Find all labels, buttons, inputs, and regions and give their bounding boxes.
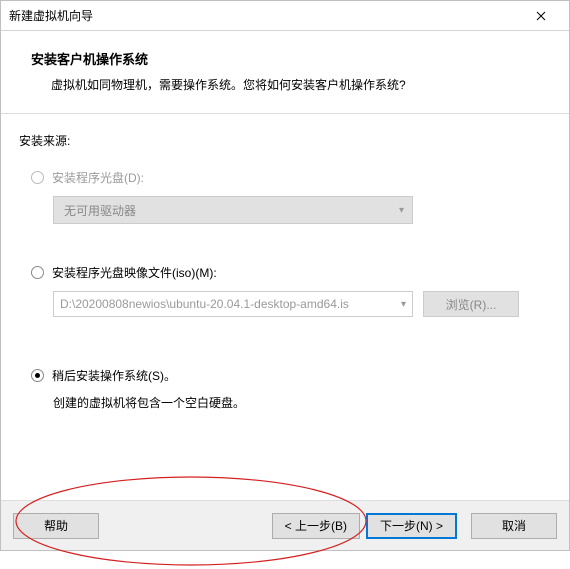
back-button-label: < 上一步(B) xyxy=(285,517,347,534)
chevron-down-icon: ▾ xyxy=(399,205,404,216)
close-button[interactable] xyxy=(521,2,561,30)
wizard-window: 新建虚拟机向导 安装客户机操作系统 虚拟机如同物理机，需要操作系统。您将如何安装… xyxy=(0,0,570,551)
content-area: 安装客户机操作系统 虚拟机如同物理机，需要操作系统。您将如何安装客户机操作系统?… xyxy=(1,31,569,550)
cancel-button[interactable]: 取消 xyxy=(471,513,557,539)
option-disc: 安装程序光盘(D): 无可用驱动器 ▾ xyxy=(19,169,551,224)
radio-disc-label: 安装程序光盘(D): xyxy=(52,169,144,186)
window-title: 新建虚拟机向导 xyxy=(9,7,93,24)
drive-combo-value: 无可用驱动器 xyxy=(64,202,136,219)
back-button[interactable]: < 上一步(B) xyxy=(272,513,360,539)
source-label: 安装来源: xyxy=(19,132,551,149)
page-subtitle: 虚拟机如同物理机，需要操作系统。您将如何安装客户机操作系统? xyxy=(31,76,539,93)
chevron-down-icon: ▾ xyxy=(397,299,406,310)
help-button[interactable]: 帮助 xyxy=(13,513,99,539)
footer: 帮助 < 上一步(B) 下一步(N) > 取消 xyxy=(1,500,569,550)
radio-iso-label: 安装程序光盘映像文件(iso)(M): xyxy=(52,264,217,281)
cancel-button-label: 取消 xyxy=(502,517,526,534)
browse-button-label: 浏览(R)... xyxy=(446,296,497,313)
iso-path-input[interactable]: D:\20200808newios\ubuntu-20.04.1-desktop… xyxy=(53,291,413,317)
iso-path-value: D:\20200808newios\ubuntu-20.04.1-desktop… xyxy=(60,297,349,311)
radio-disc[interactable] xyxy=(31,171,44,184)
radio-iso[interactable] xyxy=(31,266,44,279)
page-title: 安装客户机操作系统 xyxy=(31,49,539,68)
next-button[interactable]: 下一步(N) > xyxy=(366,513,457,539)
titlebar: 新建虚拟机向导 xyxy=(1,1,569,31)
help-button-label: 帮助 xyxy=(44,517,68,534)
radio-later[interactable] xyxy=(31,369,44,382)
browse-button[interactable]: 浏览(R)... xyxy=(423,291,519,317)
header-area: 安装客户机操作系统 虚拟机如同物理机，需要操作系统。您将如何安装客户机操作系统? xyxy=(1,31,569,113)
drive-combo[interactable]: 无可用驱动器 ▾ xyxy=(53,196,413,224)
close-icon xyxy=(536,11,546,21)
radio-later-label: 稍后安装操作系统(S)。 xyxy=(52,367,176,384)
option-later-desc: 创建的虚拟机将包含一个空白硬盘。 xyxy=(53,394,551,411)
body-area: 安装来源: 安装程序光盘(D): 无可用驱动器 ▾ 安装程序光盘映像文件(iso… xyxy=(1,114,569,500)
option-iso: 安装程序光盘映像文件(iso)(M): D:\20200808newios\ub… xyxy=(19,264,551,317)
option-later: 稍后安装操作系统(S)。 创建的虚拟机将包含一个空白硬盘。 xyxy=(19,367,551,411)
next-button-label: 下一步(N) > xyxy=(380,517,443,534)
